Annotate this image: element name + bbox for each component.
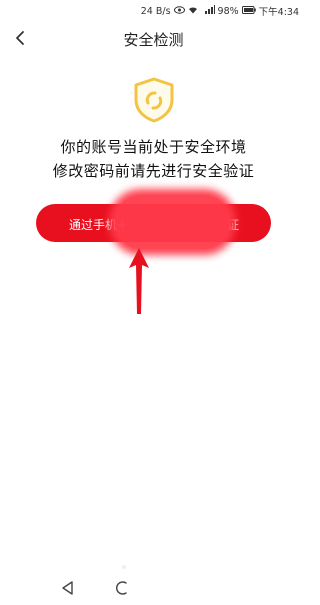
shield-icon xyxy=(131,76,177,124)
battery-icon xyxy=(241,5,256,17)
clock: 下午4:34 xyxy=(258,7,299,18)
net-speed: 24 B/s xyxy=(140,5,171,17)
page-indicator xyxy=(122,565,126,569)
eye-icon xyxy=(173,5,185,17)
annotation-arrow-icon xyxy=(129,248,149,314)
page-title: 安全检测 xyxy=(123,31,184,49)
system-nav-bar xyxy=(0,572,307,605)
status-bar: 24 B/s 98% 下午4:34 xyxy=(0,0,307,22)
signal-icon xyxy=(201,4,215,18)
redaction-mark xyxy=(115,195,230,249)
home-icon xyxy=(116,581,127,595)
system-back-button[interactable] xyxy=(60,580,76,596)
battery-level: 98% xyxy=(217,5,239,17)
system-home-button[interactable] xyxy=(115,580,129,596)
nav-bar: 安全检测 xyxy=(0,22,307,56)
verify-prompt-text: 修改密码前请先进行安全验证 xyxy=(52,162,255,180)
status-indicators: 24 B/s 98% 下午4:34 xyxy=(141,4,299,18)
wifi-icon xyxy=(188,6,198,17)
triangle-back-icon xyxy=(62,581,73,595)
security-status-text: 你的账号当前处于安全环境 xyxy=(60,138,247,156)
